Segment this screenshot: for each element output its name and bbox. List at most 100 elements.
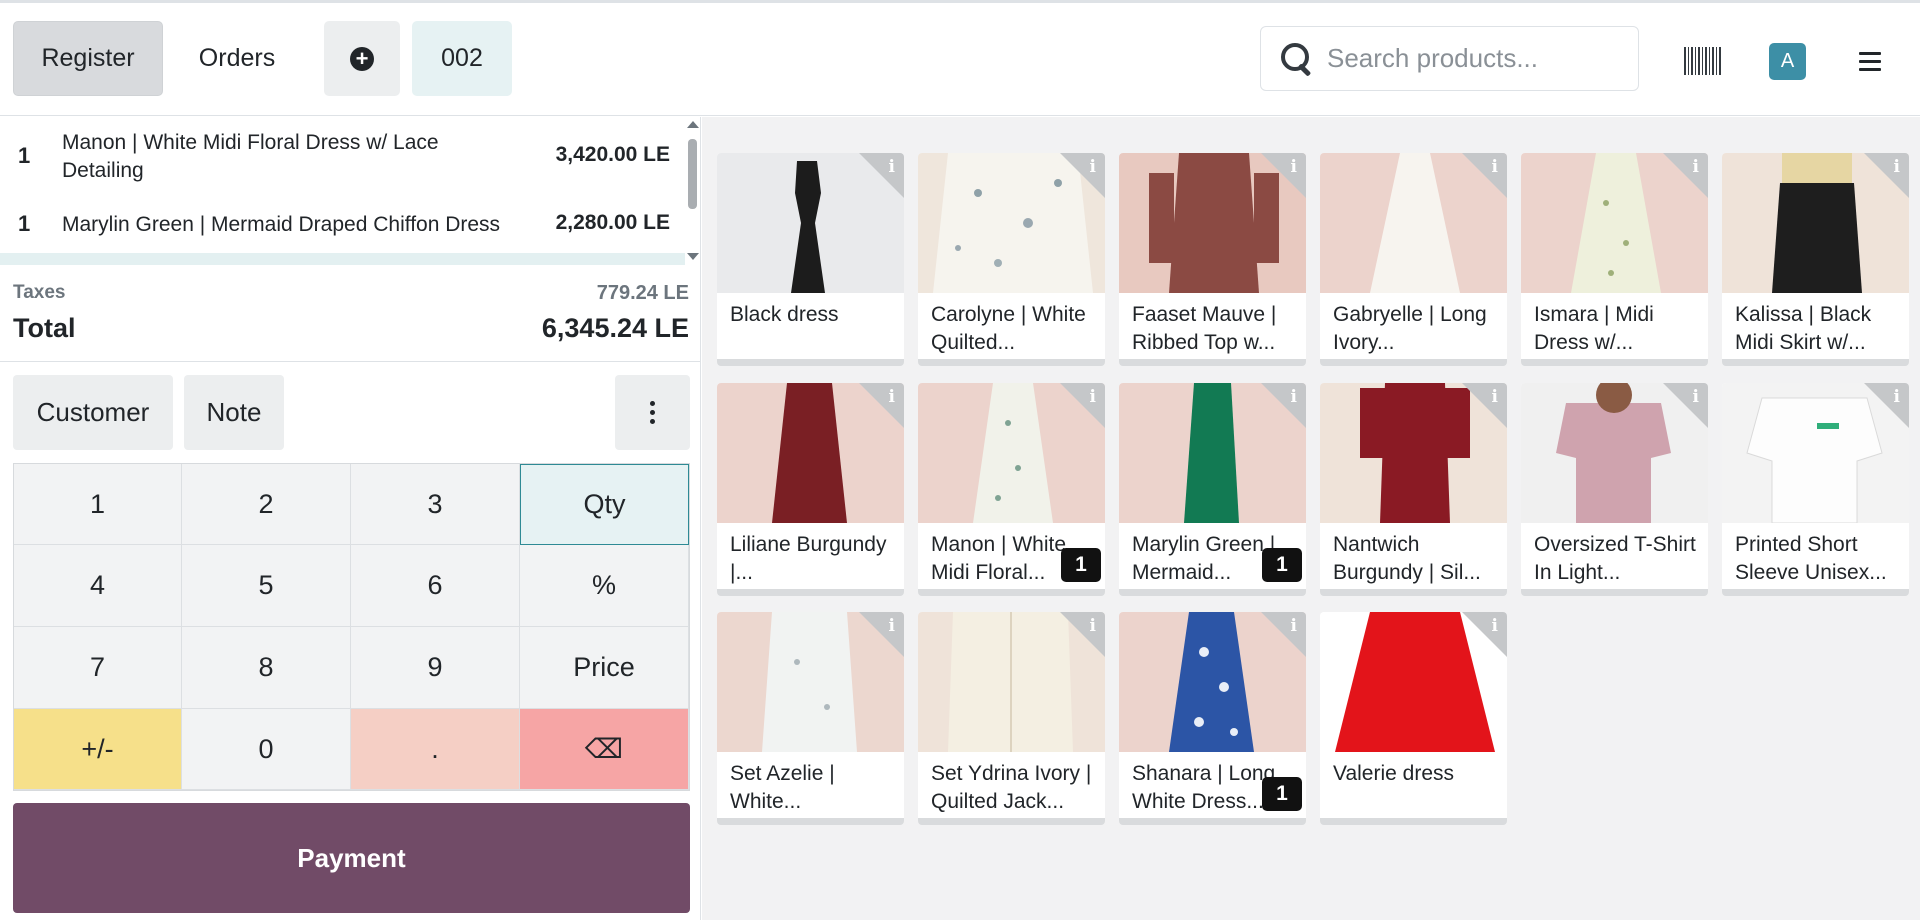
total-label: Total	[13, 313, 76, 343]
product-card[interactable]: i Manon | White Midi Floral... 1	[918, 383, 1105, 596]
scroll-down-arrow-icon[interactable]	[687, 253, 699, 260]
info-corner	[1462, 612, 1507, 657]
product-name: Printed Short Sleeve Unisex...	[1735, 533, 1887, 584]
product-name: Gabryelle | Long Ivory...	[1333, 303, 1487, 354]
order-line[interactable]: 1 Marylin Green | Mermaid Draped Chiffon…	[0, 211, 685, 241]
info-icon[interactable]: i	[1291, 157, 1297, 177]
product-card[interactable]: i Carolyne | White Quilted...	[918, 153, 1105, 366]
numpad-mode-price[interactable]: Price	[520, 627, 689, 709]
order-line-price: 3,420.00 LE	[555, 143, 670, 166]
selected-line-strip	[0, 253, 685, 265]
product-card[interactable]: i Shanara | Long White Dress... 1	[1119, 612, 1306, 825]
order-line-qty: 1	[18, 211, 31, 236]
more-actions-button[interactable]	[615, 375, 690, 450]
numpad-mode-discount[interactable]: %	[520, 545, 689, 627]
numpad: 1 2 3 Qty 4 5 6 % 7 8 9 Price +/- 0 . ⌫	[13, 463, 690, 791]
product-name: Set Ydrina Ivory | Quilted Jack...	[931, 762, 1092, 813]
info-icon[interactable]: i	[889, 157, 895, 177]
numpad-mode-qty[interactable]: Qty	[520, 464, 689, 545]
top-navbar: Register Orders + 002 A	[0, 3, 1920, 116]
product-name: Ismara | Midi Dress w/...	[1534, 303, 1654, 354]
info-icon[interactable]: i	[1894, 387, 1900, 407]
product-card[interactable]: i Gabryelle | Long Ivory...	[1320, 153, 1507, 366]
product-card[interactable]: i Black dress	[717, 153, 904, 366]
info-icon[interactable]: i	[1090, 616, 1096, 636]
order-line-name: Marylin Green | Mermaid Draped Chiffon D…	[62, 213, 501, 236]
numpad-key-1[interactable]: 1	[14, 464, 182, 545]
user-avatar[interactable]: A	[1769, 43, 1806, 80]
info-icon[interactable]: i	[1090, 157, 1096, 177]
note-button[interactable]: Note	[184, 375, 284, 450]
info-corner	[1462, 383, 1507, 428]
info-corner	[1864, 383, 1909, 428]
barcode-icon[interactable]	[1684, 47, 1722, 75]
orders-button[interactable]: Orders	[172, 21, 302, 96]
product-card[interactable]: i Ismara | Midi Dress w/...	[1521, 153, 1708, 366]
product-card[interactable]: i Kalissa | Black Midi Skirt w/...	[1722, 153, 1909, 366]
numpad-backspace[interactable]: ⌫	[520, 709, 689, 790]
search-input[interactable]	[1327, 43, 1627, 74]
cart-quantity-badge: 1	[1262, 548, 1302, 582]
numpad-key-9[interactable]: 9	[351, 627, 520, 709]
order-lines-scrollbar[interactable]	[684, 117, 701, 265]
product-card[interactable]: i Set Azelie | White...	[717, 612, 904, 825]
product-card[interactable]: i Nantwich Burgundy | Sil...	[1320, 383, 1507, 596]
customer-button[interactable]: Customer	[13, 375, 173, 450]
numpad-key-7[interactable]: 7	[14, 627, 182, 709]
product-card[interactable]: i Oversized T-Shirt In Light...	[1521, 383, 1708, 596]
product-card[interactable]: i Valerie dress	[1320, 612, 1507, 825]
product-name: Faaset Mauve | Ribbed Top w...	[1132, 303, 1277, 354]
order-line-price: 2,280.00 LE	[555, 211, 670, 234]
info-icon[interactable]: i	[1090, 387, 1096, 407]
product-card[interactable]: i Liliane Burgundy |...	[717, 383, 904, 596]
numpad-key-6[interactable]: 6	[351, 545, 520, 627]
numpad-key-4[interactable]: 4	[14, 545, 182, 627]
numpad-key-0[interactable]: 0	[182, 709, 351, 790]
info-corner	[859, 383, 904, 428]
info-icon[interactable]: i	[1693, 387, 1699, 407]
kebab-menu-icon	[650, 399, 656, 426]
numpad-key-sign[interactable]: +/-	[14, 709, 182, 790]
info-icon[interactable]: i	[1492, 387, 1498, 407]
info-corner	[859, 612, 904, 657]
numpad-key-3[interactable]: 3	[351, 464, 520, 545]
scroll-up-arrow-icon[interactable]	[687, 121, 699, 128]
taxes-label: Taxes	[13, 282, 66, 303]
order-lines-list[interactable]: 1 Manon | White Midi Floral Dress w/ Lac…	[0, 117, 685, 265]
info-icon[interactable]: i	[1291, 616, 1297, 636]
product-name: Black dress	[730, 303, 839, 326]
numpad-key-5[interactable]: 5	[182, 545, 351, 627]
order-summary: Taxes 779.24 LE Total 6,345.24 LE	[0, 279, 701, 362]
product-name: Carolyne | White Quilted...	[931, 303, 1086, 354]
product-card[interactable]: i Set Ydrina Ivory | Quilted Jack...	[918, 612, 1105, 825]
hamburger-menu-icon[interactable]	[1859, 52, 1881, 71]
register-button[interactable]: Register	[13, 21, 163, 96]
cart-quantity-badge: 1	[1262, 777, 1302, 811]
product-card[interactable]: i Faaset Mauve | Ribbed Top w...	[1119, 153, 1306, 366]
info-icon[interactable]: i	[889, 616, 895, 636]
info-corner	[1060, 153, 1105, 198]
info-corner	[1261, 612, 1306, 657]
info-corner	[1060, 383, 1105, 428]
order-line-qty: 1	[18, 143, 31, 168]
new-order-button[interactable]: +	[324, 21, 400, 96]
current-order-tab[interactable]: 002	[412, 21, 512, 96]
info-icon[interactable]: i	[1894, 157, 1900, 177]
order-line[interactable]: 1 Manon | White Midi Floral Dress w/ Lac…	[0, 129, 685, 187]
numpad-key-decimal[interactable]: .	[351, 709, 520, 790]
info-icon[interactable]: i	[1492, 157, 1498, 177]
info-corner	[1060, 612, 1105, 657]
product-search-bar[interactable]	[1260, 26, 1639, 91]
numpad-key-8[interactable]: 8	[182, 627, 351, 709]
info-icon[interactable]: i	[889, 387, 895, 407]
product-card[interactable]: i Marylin Green | Mermaid... 1	[1119, 383, 1306, 596]
info-icon[interactable]: i	[1693, 157, 1699, 177]
plus-circle-icon: +	[350, 46, 374, 71]
product-card[interactable]: i Printed Short Sleeve Unisex...	[1722, 383, 1909, 596]
info-icon[interactable]: i	[1492, 616, 1498, 636]
product-grid: i Black dress i Carolyne | White Quilted…	[702, 117, 1920, 920]
scrollbar-thumb[interactable]	[688, 139, 697, 209]
payment-button[interactable]: Payment	[13, 803, 690, 913]
info-icon[interactable]: i	[1291, 387, 1297, 407]
numpad-key-2[interactable]: 2	[182, 464, 351, 545]
